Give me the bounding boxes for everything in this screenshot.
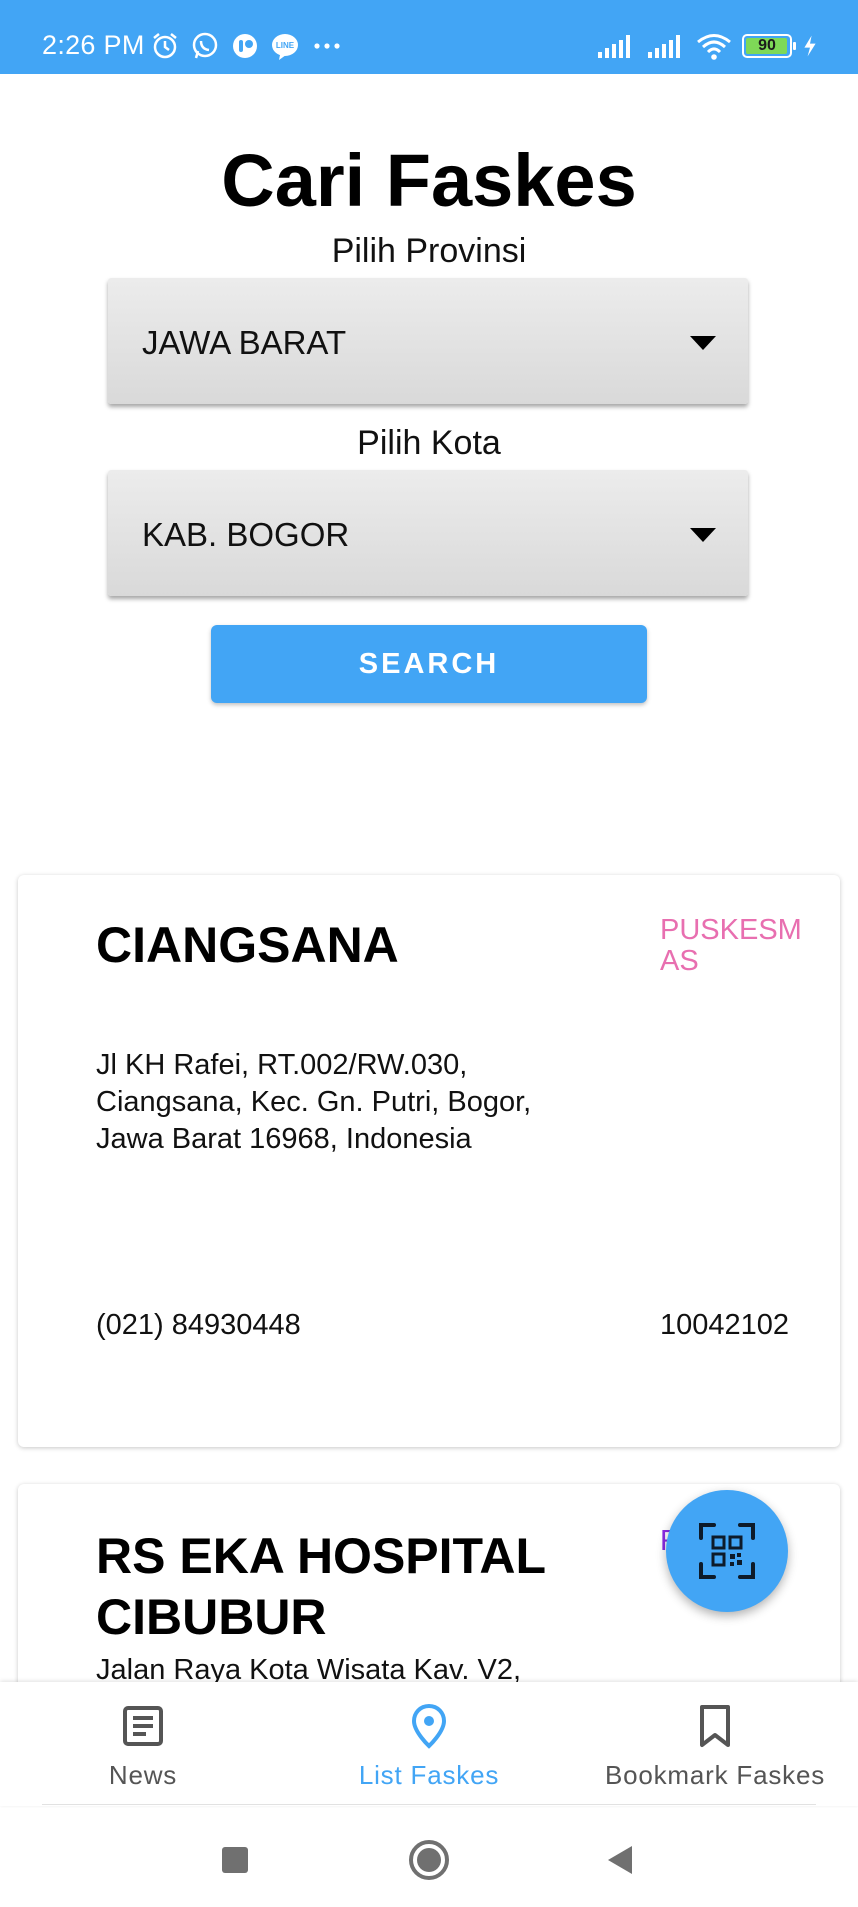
- location-pin-icon: [411, 1703, 447, 1749]
- home-icon: [409, 1840, 449, 1880]
- faskes-card[interactable]: CIANGSANA PUSKESMAS Jl KH Rafei, RT.002/…: [18, 875, 840, 1447]
- signal-icon: [598, 35, 630, 58]
- faskes-type: PUSKESMAS: [660, 915, 802, 977]
- status-time: 2:26 PM: [42, 30, 145, 60]
- nav-label: News: [108, 1760, 178, 1790]
- line-icon: LINE: [272, 34, 298, 60]
- faskes-phone: (021) 84930448: [96, 1309, 301, 1341]
- back-button[interactable]: [590, 1830, 650, 1890]
- city-dropdown[interactable]: KAB. BOGOR: [108, 470, 748, 596]
- province-value: JAWA BARAT: [142, 324, 347, 361]
- dropdown-caret-icon: [690, 336, 716, 350]
- news-icon: [123, 1706, 163, 1746]
- city-value: KAB. BOGOR: [142, 516, 350, 553]
- nav-item-news[interactable]: News: [0, 1682, 286, 1806]
- battery-icon: 90: [742, 34, 796, 58]
- faskes-name: RS EKA HOSPITAL CIBUBUR: [96, 1528, 546, 1645]
- search-button[interactable]: SEARCH: [211, 625, 647, 703]
- signal-icon: [648, 35, 680, 58]
- nav-item-bookmark-faskes[interactable]: Bookmark Faskes: [572, 1682, 858, 1806]
- messenger-icon: [233, 34, 257, 58]
- alarm-icon: [153, 33, 177, 59]
- home-button[interactable]: [399, 1830, 459, 1890]
- nav-item-list-faskes[interactable]: List Faskes: [286, 1682, 572, 1806]
- faskes-code: 10042102: [660, 1309, 790, 1341]
- province-label: Pilih Provinsi: [331, 232, 527, 270]
- page-title: Cari Faskes: [221, 139, 637, 222]
- recents-icon: [222, 1847, 248, 1873]
- wifi-icon: [697, 34, 731, 60]
- bookmark-icon: [700, 1705, 730, 1747]
- svg-text:LINE: LINE: [276, 41, 295, 50]
- whatsapp-icon: [192, 32, 218, 59]
- charging-icon: [804, 35, 816, 57]
- system-navigation: [0, 1808, 858, 1907]
- nav-divider: [42, 1804, 816, 1805]
- more-dots-icon: [314, 43, 340, 49]
- city-label: Pilih Kota: [357, 424, 501, 462]
- faskes-name: CIANGSANA: [96, 917, 399, 973]
- dropdown-caret-icon: [690, 528, 716, 542]
- qr-scan-button[interactable]: [666, 1490, 788, 1612]
- system-status-icons: 90: [596, 30, 818, 62]
- province-dropdown[interactable]: JAWA BARAT: [108, 278, 748, 404]
- recents-button[interactable]: [205, 1830, 265, 1890]
- faskes-address: Jl KH Rafei, RT.002/RW.030, Ciangsana, K…: [96, 1049, 532, 1155]
- battery-percent: 90: [758, 37, 776, 54]
- qr-scan-icon: [699, 1523, 755, 1579]
- back-icon: [608, 1846, 632, 1874]
- bottom-navigation: News List Faskes Bookmark Faskes: [0, 1682, 858, 1806]
- nav-label: List Faskes: [358, 1760, 500, 1790]
- status-bar: 2:26 PM LINE 90: [0, 0, 858, 74]
- notification-icons: LINE: [150, 30, 344, 62]
- nav-label: Bookmark Faskes: [604, 1760, 826, 1790]
